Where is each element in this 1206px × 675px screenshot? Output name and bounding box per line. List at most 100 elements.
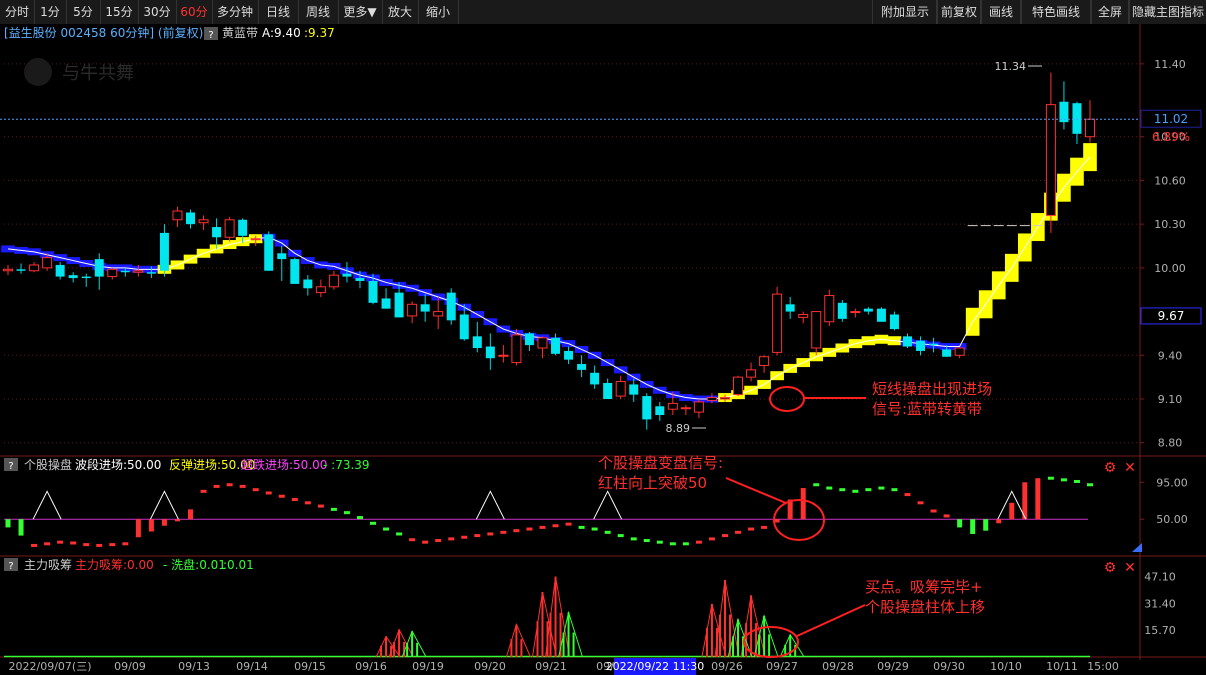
x-tick-label: 15:00 (1087, 660, 1119, 673)
pct-change-label: 6.89% (1152, 130, 1190, 144)
candle (524, 333, 534, 346)
candle (706, 397, 717, 401)
indicator-bar (188, 509, 194, 520)
candle (250, 238, 261, 241)
y-tick-label: 9.10 (1158, 393, 1183, 406)
indicator-dot (1047, 476, 1054, 480)
y-tick-label: 31.40 (1144, 597, 1176, 610)
candle (107, 268, 118, 278)
indicator-dot (304, 501, 311, 505)
y-tick-label: 11.40 (1154, 58, 1186, 71)
panel1-legend-item: 波段进场:50.00 (75, 457, 161, 472)
candle (772, 293, 783, 353)
indicator-dot (226, 483, 233, 487)
candle (315, 286, 326, 294)
candle (29, 264, 40, 272)
candle (889, 314, 899, 330)
indicator-bar (800, 488, 806, 520)
y-tick-label: 10.30 (1154, 218, 1186, 231)
band-price-label: 9.67 (1158, 309, 1185, 323)
indicator-dot (70, 541, 77, 545)
candle (459, 314, 469, 340)
candle (954, 347, 965, 356)
x-tick-label: 09/30 (933, 660, 965, 673)
indicator-dot (200, 489, 207, 493)
annotation-main: 短线操盘出现进场 (872, 380, 992, 398)
candle (863, 308, 873, 312)
panel2-legend-item: - 洗盘:0.01 (163, 557, 226, 572)
indicator-dot (435, 539, 442, 543)
indicator-dot (265, 491, 272, 495)
x-tick-label: 09/15 (294, 660, 326, 673)
gear-icon: ⚙ (1104, 460, 1117, 476)
candle (811, 311, 822, 349)
indicator-dot (539, 525, 546, 529)
candle (472, 336, 482, 348)
candle (172, 210, 183, 221)
indicator-dot (578, 525, 585, 529)
indicator-dot (213, 484, 220, 488)
x-tick-label: 09/19 (412, 660, 444, 673)
panel2-title: 主力吸筹 (24, 558, 72, 572)
watermark-logo (24, 58, 52, 86)
candle (133, 270, 144, 273)
candle (94, 259, 104, 277)
candle (564, 350, 574, 360)
annotation-sub2: 个股操盘柱体上移 (865, 598, 985, 616)
candle (277, 253, 287, 260)
candle (629, 384, 639, 395)
candle (824, 295, 835, 323)
candle (693, 401, 704, 413)
candle (407, 303, 418, 317)
candle (146, 272, 156, 274)
indicator-bar (1009, 502, 1015, 520)
indicator-dot (513, 529, 520, 533)
candle (159, 232, 169, 271)
candle (615, 381, 626, 397)
candle (785, 304, 795, 312)
indicator-dot (839, 488, 846, 492)
close-icon: ✕ (1124, 560, 1136, 576)
panel2-legend-item: 主力吸筹:0.00 (75, 558, 154, 572)
indicator-dot (317, 504, 324, 508)
candle (81, 276, 91, 279)
candle (498, 354, 509, 357)
candle (68, 275, 78, 279)
indicator-bar (970, 519, 976, 534)
y-tick-label: 8.80 (1158, 437, 1183, 450)
candle (511, 334, 522, 364)
indicator-dot (44, 542, 51, 546)
candle (537, 337, 548, 349)
indicator-dot (617, 534, 624, 538)
indicator-dot (735, 530, 742, 534)
x-tick-label: 09/26 (711, 660, 743, 673)
low-label: 8.89 (666, 422, 691, 435)
indicator-bar (957, 519, 963, 528)
candle (224, 219, 235, 238)
x-tick-label: 2022/09/07(三) (9, 660, 92, 673)
indicator-bar (18, 519, 24, 536)
candle (746, 369, 757, 378)
indicator-dot (656, 540, 663, 544)
indicator-dot (865, 488, 872, 492)
help-icon: ? (208, 30, 213, 41)
cursor-date-label: 2022/09/22 11:30 (606, 660, 705, 673)
candle (876, 308, 886, 322)
indicator-dot (630, 537, 637, 541)
candle (642, 396, 652, 420)
panel1-title: 个股操盘 (24, 457, 72, 472)
annotation-sub2: 买点。吸筹完毕+ (865, 578, 983, 596)
indicator-dot (669, 542, 676, 546)
candle (577, 364, 587, 370)
indicator-dot (552, 524, 559, 528)
band-segment (1, 245, 15, 253)
candle (303, 279, 313, 289)
indicator-dot (1073, 479, 1080, 483)
indicator-dot (748, 527, 755, 531)
annotation-sub1: 个股操盘变盘信号: (598, 454, 723, 472)
candle (342, 273, 352, 277)
candle (16, 269, 26, 271)
indicator-dot (31, 543, 38, 547)
indicator-bar (135, 519, 141, 538)
candle (120, 270, 130, 273)
